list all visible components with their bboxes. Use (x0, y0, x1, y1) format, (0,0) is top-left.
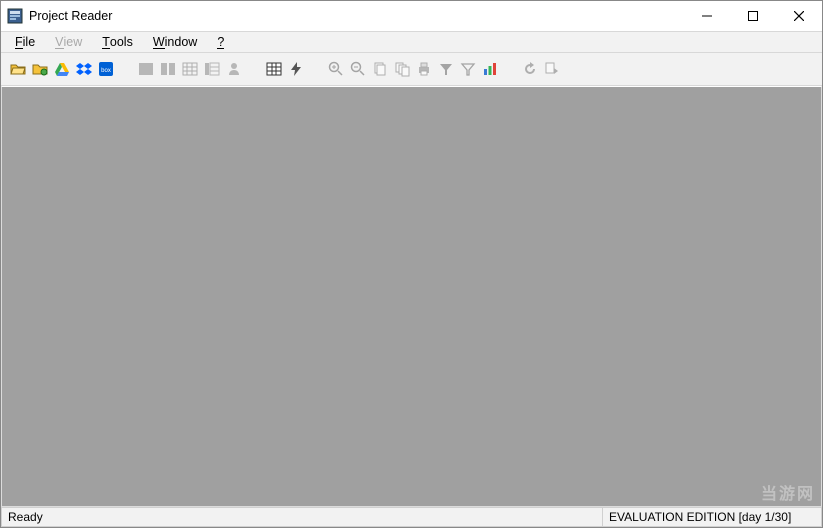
filter-funnel-icon[interactable] (435, 58, 457, 80)
status-right-text: EVALUATION EDITION [day 1/30] (609, 510, 791, 524)
menu-tools[interactable]: Tools (92, 34, 143, 50)
maximize-button[interactable] (730, 1, 776, 31)
minimize-button[interactable] (684, 1, 730, 31)
view-grid-icon[interactable] (179, 58, 201, 80)
box-icon[interactable]: box (95, 58, 117, 80)
open-file-icon[interactable] (7, 58, 29, 80)
svg-text:box: box (101, 68, 111, 74)
status-bar: Ready EVALUATION EDITION [day 1/30] (1, 507, 822, 527)
menu-help[interactable]: ? (207, 34, 234, 50)
copy-multi-icon[interactable] (391, 58, 413, 80)
menu-file[interactable]: File (5, 34, 45, 50)
menu-label: iew (64, 35, 83, 49)
export-icon[interactable] (541, 58, 563, 80)
status-right: EVALUATION EDITION [day 1/30] (602, 507, 822, 527)
zoom-out-icon[interactable] (347, 58, 369, 80)
window-title: Project Reader (29, 9, 112, 23)
status-left-text: Ready (8, 510, 43, 524)
view-detail-icon[interactable] (201, 58, 223, 80)
dropbox-icon[interactable] (73, 58, 95, 80)
menu-bar: File View Tools Window ? (1, 31, 822, 53)
app-window: Project Reader File View Tools Window ? … (0, 0, 823, 528)
menu-label: ools (110, 35, 133, 49)
mdi-client-area (1, 86, 822, 507)
zoom-in-icon[interactable] (325, 58, 347, 80)
filter-icon[interactable] (457, 58, 479, 80)
view-gantt-icon[interactable] (135, 58, 157, 80)
table-icon[interactable] (263, 58, 285, 80)
close-button[interactable] (776, 1, 822, 31)
menu-view[interactable]: View (45, 34, 92, 50)
menu-label: indow (165, 35, 198, 49)
view-resource-icon[interactable] (223, 58, 245, 80)
refresh-icon[interactable] (519, 58, 541, 80)
view-split-icon[interactable] (157, 58, 179, 80)
toolbar: box (1, 53, 822, 86)
flash-icon[interactable] (285, 58, 307, 80)
menu-window[interactable]: Window (143, 34, 207, 50)
menu-label: ile (23, 35, 36, 49)
app-icon (7, 8, 23, 24)
status-left: Ready (1, 507, 602, 527)
google-drive-icon[interactable] (51, 58, 73, 80)
title-bar: Project Reader (1, 1, 822, 31)
open-folder-icon[interactable] (29, 58, 51, 80)
print-icon[interactable] (413, 58, 435, 80)
copy-icon[interactable] (369, 58, 391, 80)
chart-icon[interactable] (479, 58, 501, 80)
